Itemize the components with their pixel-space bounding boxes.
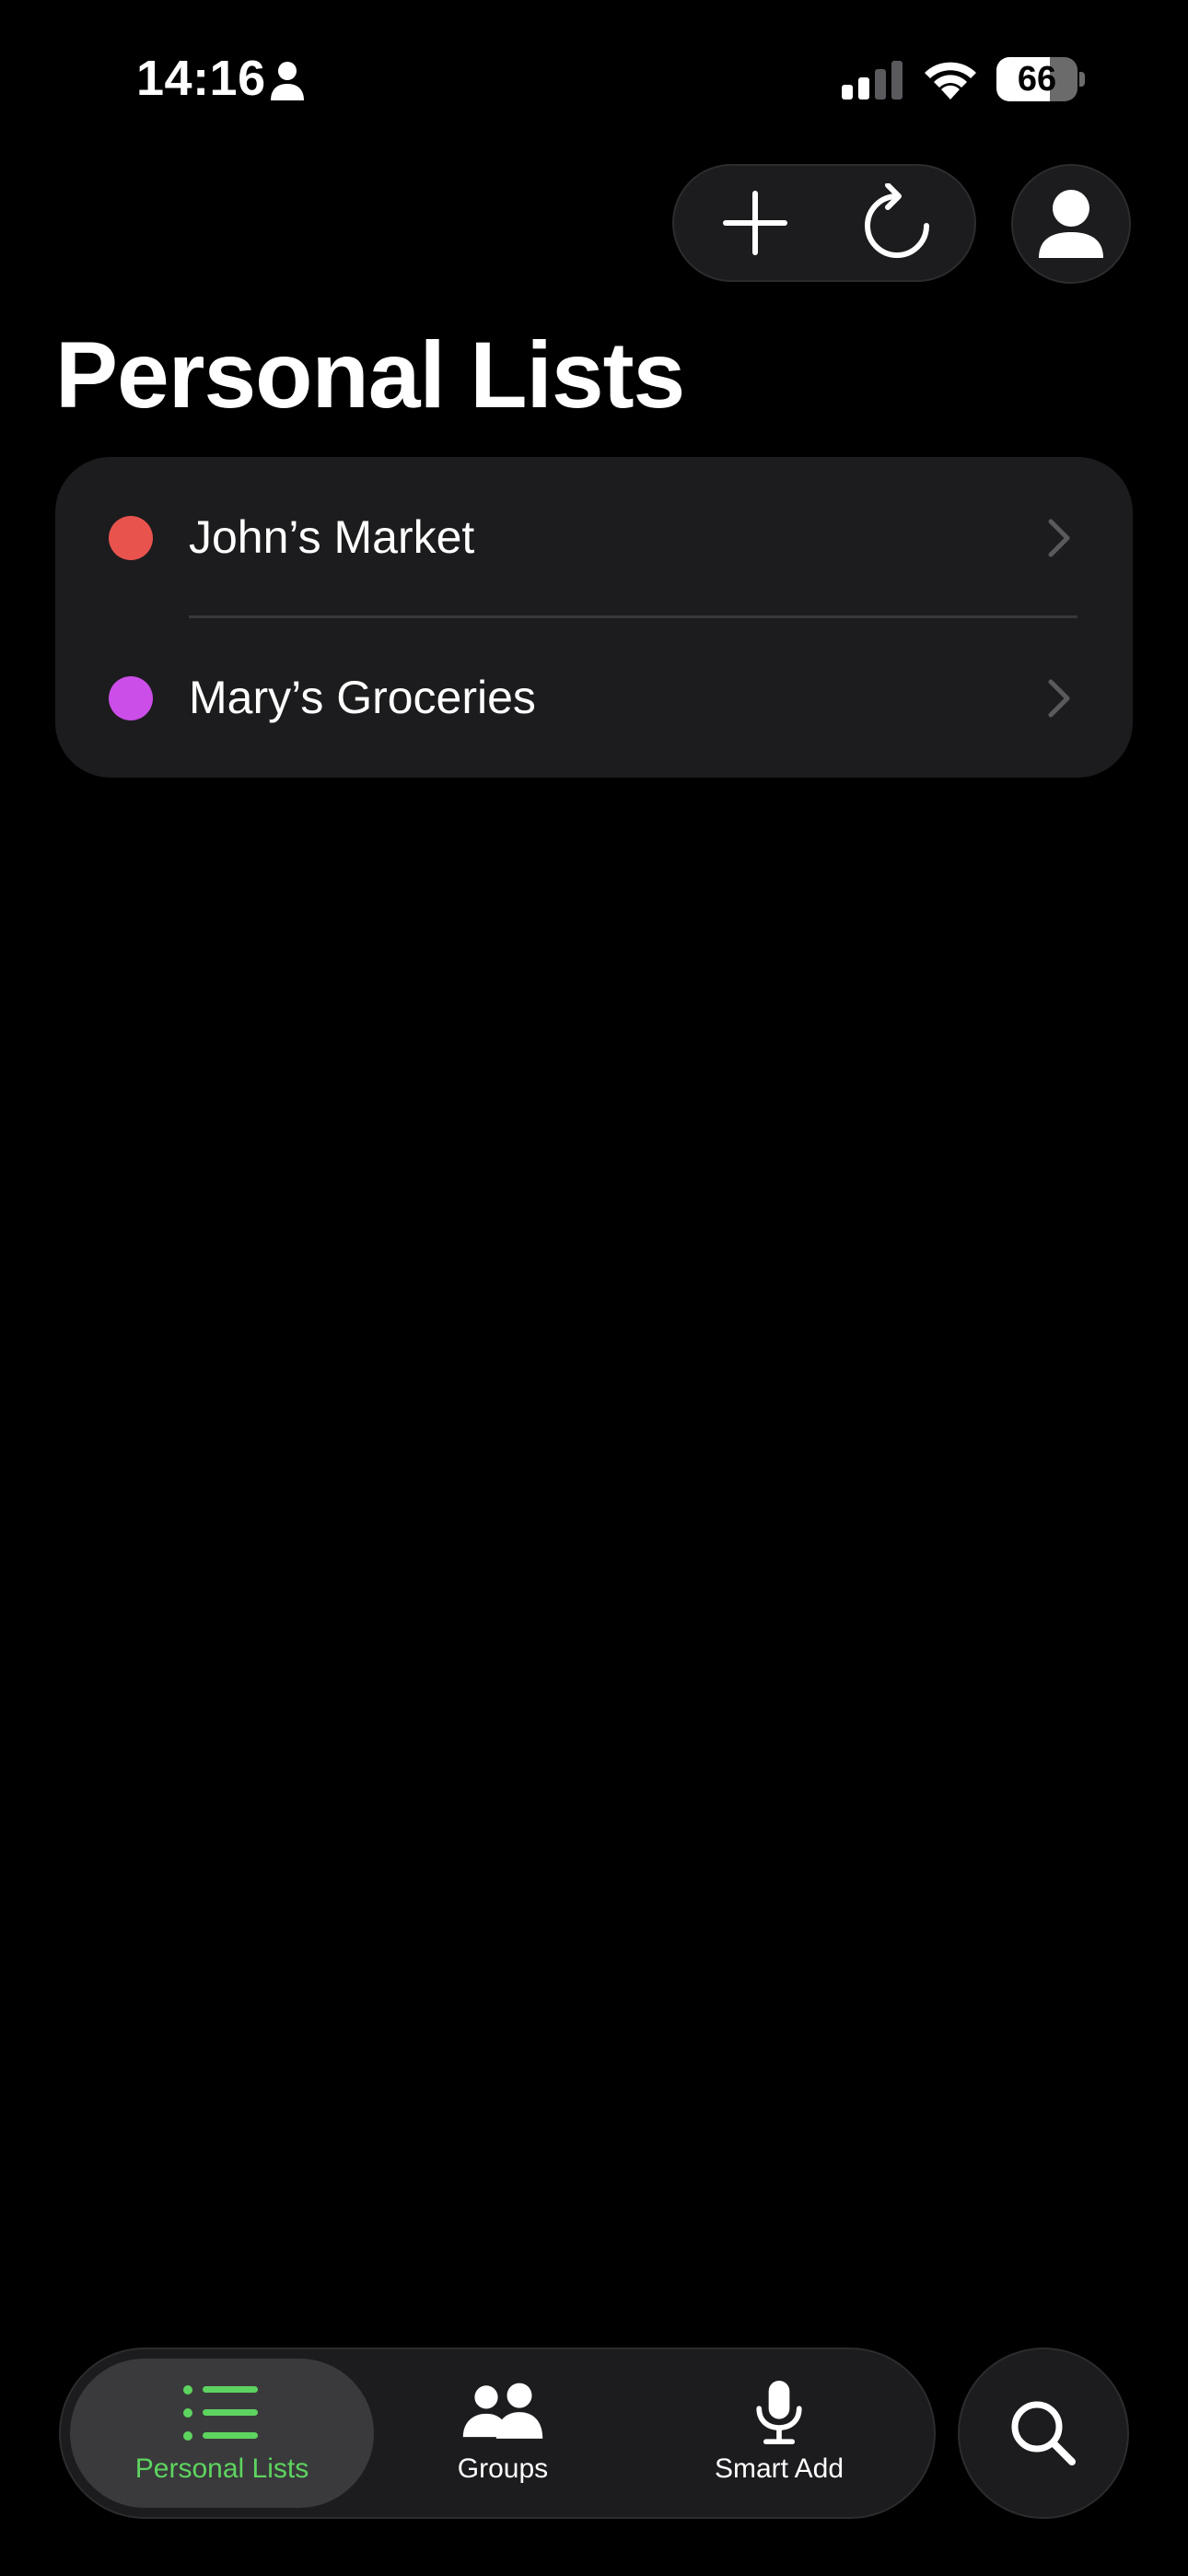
list-item-label: Mary’s Groceries	[189, 672, 536, 723]
tab-label: Groups	[457, 2453, 549, 2484]
tab-groups[interactable]: Groups	[392, 2359, 613, 2508]
toolbar-actions	[672, 164, 976, 282]
add-list-button[interactable]	[691, 166, 820, 280]
list-icon	[183, 2385, 258, 2441]
status-time: 14:16	[136, 51, 266, 106]
profile-button[interactable]	[1011, 164, 1131, 284]
tab-personal-lists[interactable]: Personal Lists	[70, 2359, 374, 2508]
list-color-dot	[109, 676, 153, 720]
chevron-right-icon	[1048, 519, 1070, 557]
tab-label: Personal Lists	[134, 2453, 309, 2484]
tab-bar: Personal Lists Groups Smart Add	[59, 2348, 936, 2519]
person-icon	[271, 62, 304, 100]
battery-icon: 66	[996, 57, 1085, 101]
list-item-marys-groceries[interactable]: Mary’s Groceries	[55, 617, 1133, 778]
people-icon	[462, 2383, 543, 2439]
page-title: Personal Lists	[55, 322, 685, 427]
plus-icon	[723, 191, 787, 255]
list-item-johns-market[interactable]: John’s Market	[55, 457, 1133, 618]
personal-lists-card: John’s Market Mary’s Groceries	[55, 457, 1133, 778]
refresh-button[interactable]	[833, 166, 961, 280]
tab-label: Smart Add	[714, 2453, 844, 2484]
profile-icon	[1039, 190, 1103, 258]
status-bar: 14:16 66	[0, 0, 1188, 157]
tab-smart-add[interactable]: Smart Add	[641, 2359, 917, 2508]
cellular-signal-icon	[842, 61, 903, 100]
search-icon	[1011, 2401, 1076, 2465]
search-button[interactable]	[958, 2348, 1129, 2519]
battery-level: 66	[1017, 60, 1057, 99]
list-item-label: John’s Market	[189, 511, 475, 563]
microphone-icon	[756, 2381, 802, 2445]
refresh-icon	[865, 183, 929, 258]
wifi-icon	[925, 62, 976, 100]
chevron-right-icon	[1048, 679, 1070, 718]
list-color-dot	[109, 516, 153, 560]
